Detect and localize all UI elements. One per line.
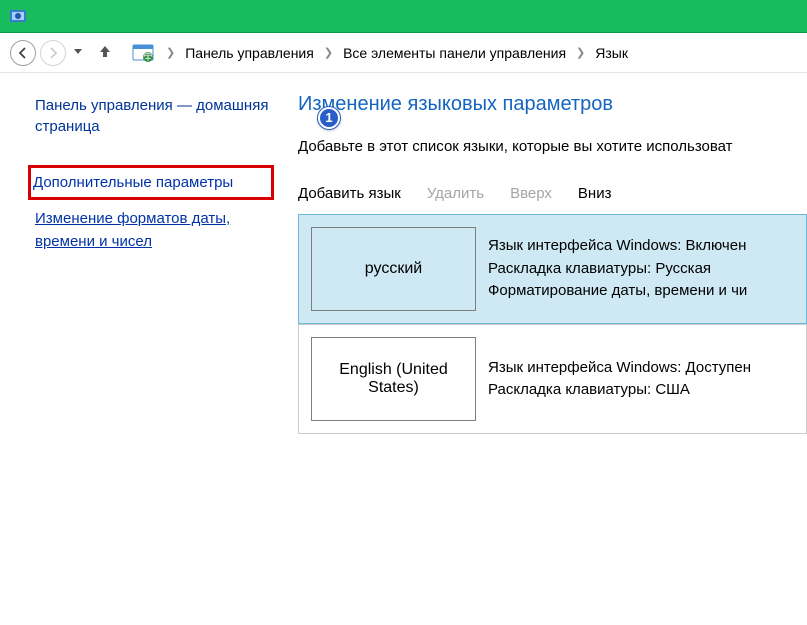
toolbar-down[interactable]: Вниз	[578, 185, 612, 202]
lang-window-icon	[132, 42, 154, 64]
language-details: Язык интерфейса Windows: Включен Расклад…	[488, 215, 806, 323]
breadcrumb-item-1[interactable]: Все элементы панели управления	[341, 43, 568, 63]
recent-dropdown-icon[interactable]	[70, 47, 86, 58]
breadcrumb-item-0[interactable]: Панель управления	[183, 43, 316, 63]
chevron-right-icon[interactable]: ❯	[158, 46, 183, 59]
language-name-box: English (United States)	[311, 337, 476, 421]
toolbar: Добавить язык Удалить Вверх Вниз	[298, 185, 807, 214]
toolbar-remove[interactable]: Удалить	[427, 185, 484, 202]
sidebar-home-text: Панель управления — домашняя страница	[35, 97, 268, 135]
breadcrumb: ❯ Панель управления ❯ Все элементы панел…	[132, 42, 797, 64]
navbar: ❯ Панель управления ❯ Все элементы панел…	[0, 33, 807, 73]
forward-button[interactable]	[40, 40, 66, 66]
page-description: Добавьте в этот список языки, которые вы…	[298, 138, 807, 155]
up-button[interactable]	[90, 44, 120, 61]
breadcrumb-item-2[interactable]: Язык	[593, 43, 630, 63]
toolbar-add-language[interactable]: Добавить язык	[298, 185, 401, 202]
annotation-highlight-box: Дополнительные параметры	[28, 165, 274, 200]
language-name: русский	[365, 260, 422, 278]
chevron-right-icon[interactable]: ❯	[316, 46, 341, 59]
language-row[interactable]: русский Язык интерфейса Windows: Включен…	[298, 214, 807, 324]
language-row[interactable]: English (United States) Язык интерфейса …	[298, 324, 807, 434]
language-details: Язык интерфейса Windows: Доступен Раскла…	[488, 325, 806, 433]
page-title: Изменение языковых параметров	[298, 93, 807, 116]
back-button[interactable]	[10, 40, 36, 66]
sidebar-home-link[interactable]: Панель управления — домашняя страница 1	[35, 95, 290, 137]
chevron-right-icon[interactable]: ❯	[568, 46, 593, 59]
toolbar-up[interactable]: Вверх	[510, 185, 552, 202]
language-list: русский Язык интерфейса Windows: Включен…	[298, 214, 807, 434]
language-name-box: русский	[311, 227, 476, 311]
titlebar	[0, 0, 807, 33]
control-panel-icon	[8, 6, 28, 26]
sidebar-links: Дополнительные параметры Изменение форма…	[35, 165, 290, 253]
main-panel: Изменение языковых параметров Добавьте в…	[290, 73, 807, 625]
language-name: English (United States)	[316, 361, 471, 397]
sidebar-link-additional[interactable]: Дополнительные параметры	[33, 174, 233, 191]
annotation-badge-1: 1	[318, 107, 340, 129]
content: Панель управления — домашняя страница 1 …	[0, 73, 807, 625]
sidebar-link-formats[interactable]: Изменение форматов даты, времени и чисел	[35, 208, 255, 253]
sidebar: Панель управления — домашняя страница 1 …	[0, 73, 290, 625]
